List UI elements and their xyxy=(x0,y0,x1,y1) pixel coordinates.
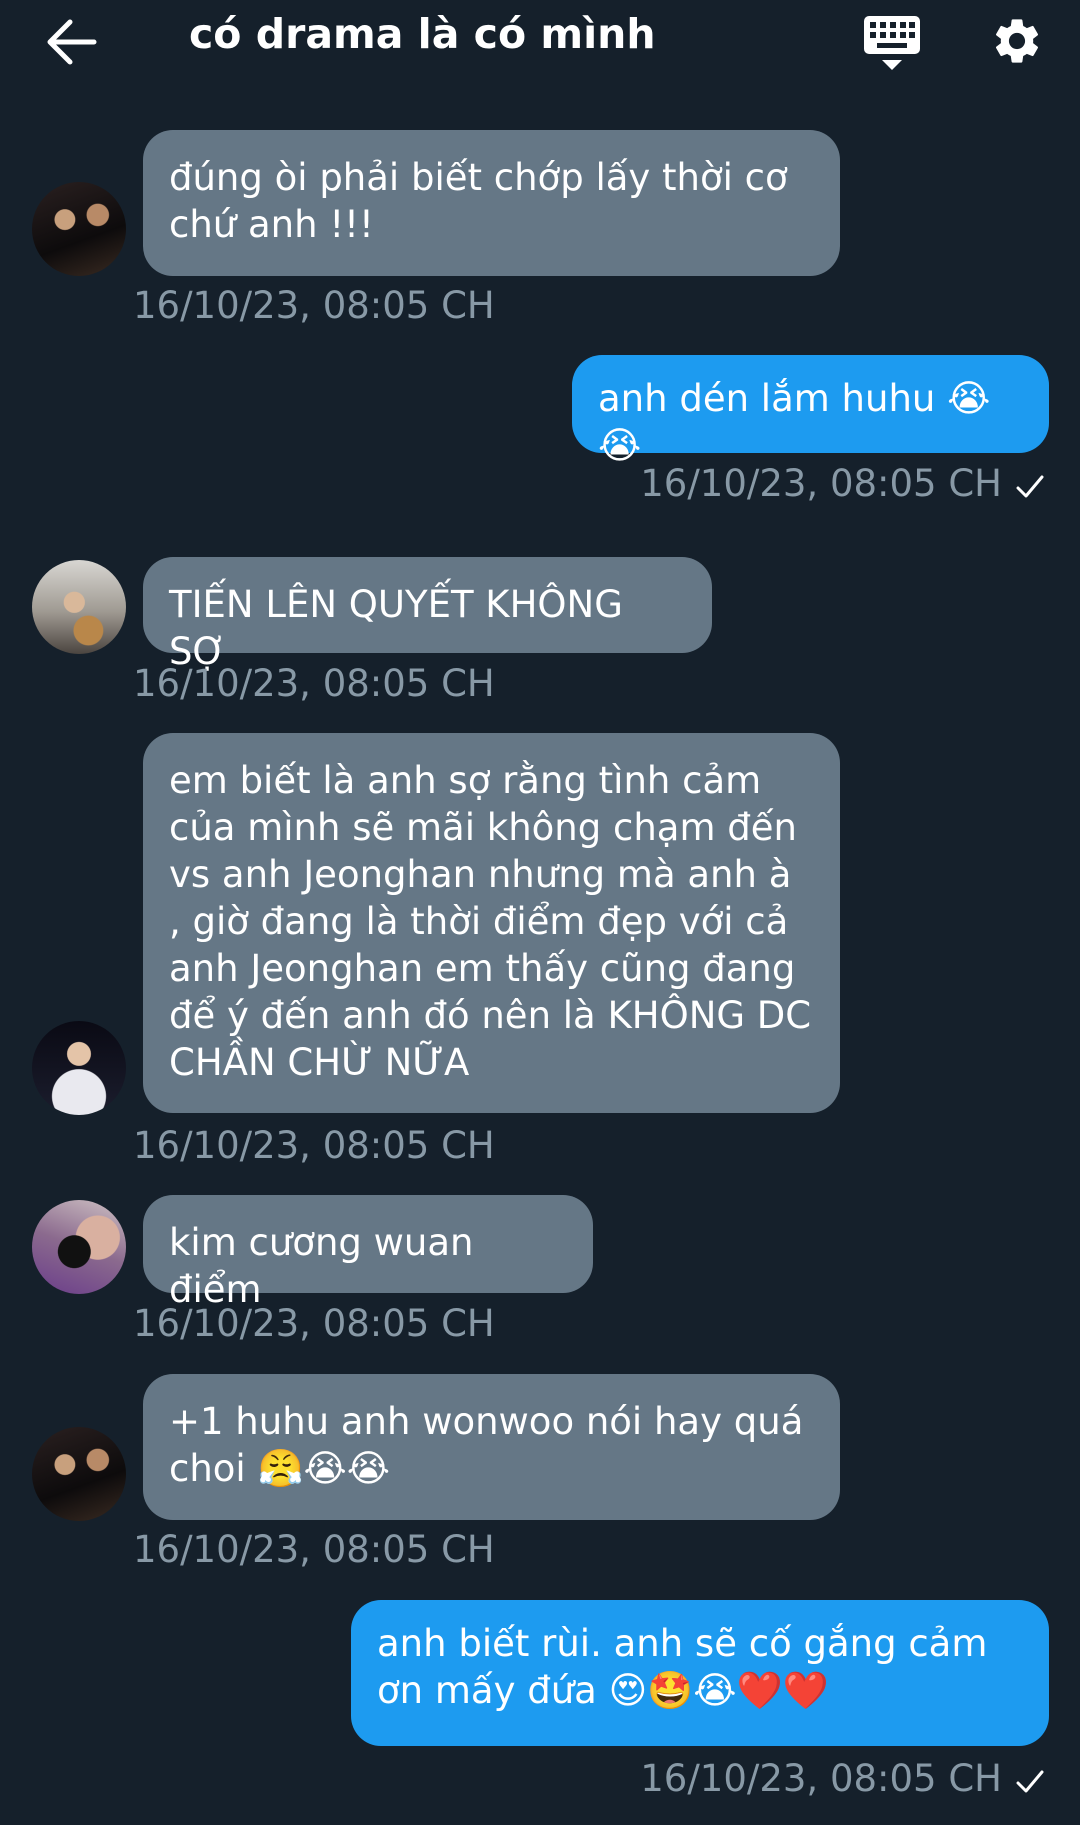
message-timestamp: 16/10/23, 08:05 CH xyxy=(133,1302,495,1345)
message-timestamp: 16/10/23, 08:05 CH xyxy=(133,1124,495,1167)
message-timestamp: 16/10/23, 08:05 CH xyxy=(640,462,1002,505)
avatar[interactable] xyxy=(32,1021,126,1115)
message-text: anh dén lắm huhu 😭😭 xyxy=(598,377,991,467)
outgoing-message-bubble[interactable]: anh biết rùi. anh sẽ cố gắng cảm ơn mấy … xyxy=(351,1600,1049,1746)
avatar[interactable] xyxy=(32,1427,126,1521)
avatar[interactable] xyxy=(32,182,126,276)
message-text: em biết là anh sợ rằng tình cảm của mình… xyxy=(169,759,812,1084)
check-icon xyxy=(1016,1770,1044,1793)
conversation-title: có drama là có mình xyxy=(189,10,656,58)
incoming-message-bubble[interactable]: đúng òi phải biết chớp lấy thời cơ chứ a… xyxy=(143,130,840,276)
message-timestamp: 16/10/23, 08:05 CH xyxy=(640,1757,1002,1800)
message-timestamp: 16/10/23, 08:05 CH xyxy=(133,284,495,327)
arrow-left-icon[interactable] xyxy=(46,18,98,66)
check-icon xyxy=(1016,475,1044,498)
incoming-message-bubble[interactable]: +1 huhu anh wonwoo nói hay quá choi 😤😭😭 xyxy=(143,1374,840,1520)
message-text: kim cương wuan điểm xyxy=(169,1221,474,1311)
keyboard-icon[interactable] xyxy=(862,14,922,72)
outgoing-message-bubble[interactable]: anh dén lắm huhu 😭😭 xyxy=(572,355,1049,467)
message-text: +1 huhu anh wonwoo nói hay quá choi 😤😭😭 xyxy=(169,1400,804,1490)
gear-icon[interactable] xyxy=(990,14,1044,68)
incoming-message-bubble[interactable]: kim cương wuan điểm xyxy=(143,1195,593,1311)
message-text: TIẾN LÊN QUYẾT KHÔNG SỢ xyxy=(169,583,623,673)
avatar[interactable] xyxy=(32,1200,126,1294)
incoming-message-bubble[interactable]: TIẾN LÊN QUYẾT KHÔNG SỢ xyxy=(143,557,712,673)
message-timestamp: 16/10/23, 08:05 CH xyxy=(133,662,495,705)
incoming-message-bubble[interactable]: em biết là anh sợ rằng tình cảm của mình… xyxy=(143,733,840,1113)
message-text: đúng òi phải biết chớp lấy thời cơ chứ a… xyxy=(169,156,788,246)
top-bar: có drama là có mình xyxy=(0,0,1080,86)
message-timestamp: 16/10/23, 08:05 CH xyxy=(133,1528,495,1571)
message-text: anh biết rùi. anh sẽ cố gắng cảm ơn mấy … xyxy=(377,1622,988,1712)
avatar[interactable] xyxy=(32,560,126,654)
